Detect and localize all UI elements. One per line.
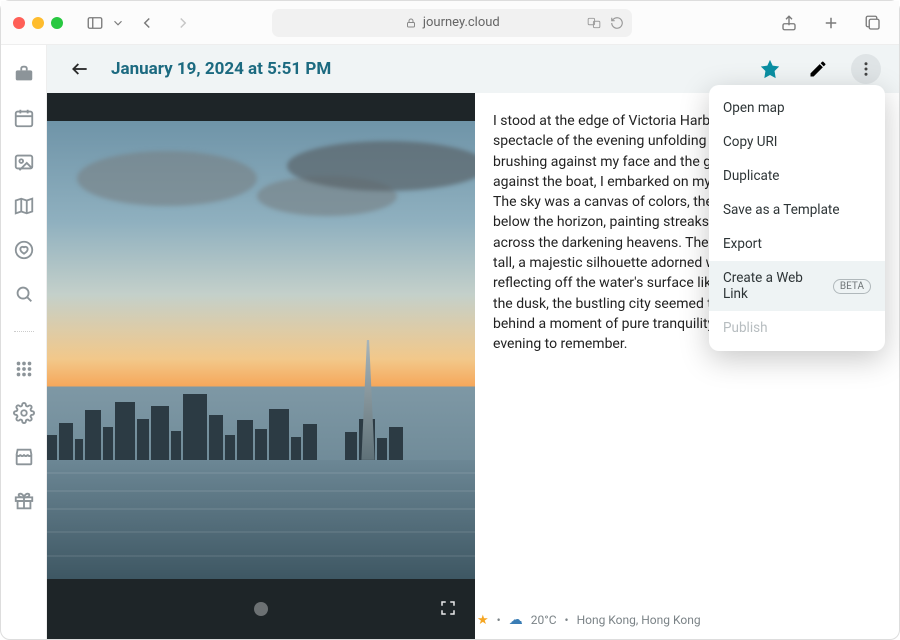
nav-back-icon[interactable] [133,11,161,35]
beta-badge: BETA [833,279,871,294]
favorite-button[interactable] [755,54,785,84]
gear-icon[interactable] [13,402,35,424]
menu-export[interactable]: Export [709,227,885,261]
entry-footer: ★ • ☁ 20°C • Hong Kong, Hong Kong [477,609,885,631]
footer-separator: • [497,613,501,627]
share-icon[interactable] [775,11,803,35]
address-url: journey.cloud [423,15,500,30]
close-window-icon[interactable] [13,17,25,29]
minimize-window-icon[interactable] [32,17,44,29]
gift-icon[interactable] [13,490,35,512]
photo-pane [47,93,475,639]
photo-page-indicator[interactable] [254,602,268,616]
map-icon[interactable] [13,195,35,217]
entry-title: January 19, 2024 at 5:51 PM [111,59,331,79]
menu-save-template[interactable]: Save as a Template [709,193,885,227]
app-sidebar [1,45,47,639]
nav-forward-icon[interactable] [169,11,197,35]
footer-location: Hong Kong, Hong Kong [577,613,701,627]
back-button[interactable] [65,54,95,84]
window-controls[interactable] [13,17,63,29]
lock-icon [405,17,417,29]
heart-icon[interactable] [13,239,35,261]
menu-duplicate[interactable]: Duplicate [709,159,885,193]
maximize-window-icon[interactable] [51,17,63,29]
menu-open-map[interactable]: Open map [709,91,885,125]
menu-copy-uri[interactable]: Copy URI [709,125,885,159]
reload-icon[interactable] [610,16,624,30]
entry-photo[interactable] [47,121,475,579]
tabs-icon[interactable] [859,11,887,35]
search-icon[interactable] [13,283,35,305]
calendar-icon[interactable] [13,107,35,129]
chevron-down-icon[interactable] [111,11,125,35]
grid-icon[interactable] [13,358,35,380]
fullscreen-icon[interactable] [439,599,457,617]
menu-create-web-link[interactable]: Create a Web Link BETA [709,261,885,311]
star-icon: ★ [477,613,489,628]
sidebar-toggle-icon[interactable] [81,11,109,35]
new-tab-icon[interactable] [817,11,845,35]
store-icon[interactable] [13,446,35,468]
browser-toolbar: journey.cloud [1,1,899,45]
translate-icon[interactable] [586,16,602,30]
footer-separator: • [565,613,569,627]
sidebar-separator [14,331,34,332]
footer-temperature: 20°C [531,613,557,627]
more-button[interactable] [851,54,881,84]
address-bar[interactable]: journey.cloud [272,9,632,37]
edit-button[interactable] [803,54,833,84]
weather-icon: ☁ [509,612,523,628]
briefcase-icon[interactable] [13,63,35,85]
menu-publish: Publish [709,311,885,345]
more-menu: Open map Copy URI Duplicate Save as a Te… [709,85,885,351]
image-icon[interactable] [13,151,35,173]
